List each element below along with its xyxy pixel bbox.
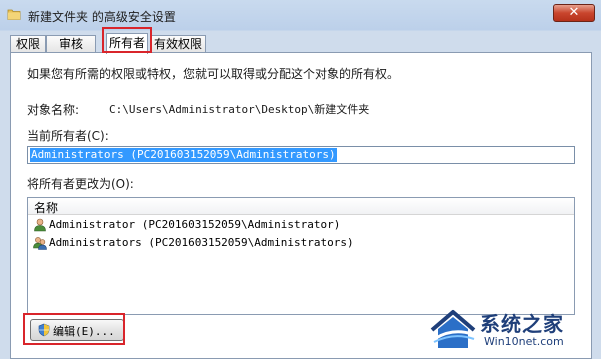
edit-button-highlight xyxy=(23,313,125,345)
watermark-name: 系统之家 xyxy=(480,312,564,336)
list-item[interactable]: Administrator (PC201603152059\Administra… xyxy=(30,217,570,233)
name-column-header: 名称 xyxy=(34,201,59,215)
list-header[interactable]: 名称 xyxy=(28,198,574,215)
tab-effective-permissions[interactable]: 有效权限 xyxy=(150,35,206,53)
folder-icon xyxy=(7,9,21,20)
current-owner-value: Administrators (PC201603152059\Administr… xyxy=(30,148,337,162)
list-item[interactable]: Administrators (PC201603152059\Administr… xyxy=(30,235,570,251)
current-owner-field[interactable]: Administrators (PC201603152059\Administr… xyxy=(27,146,575,164)
intro-text: 如果您有所需的权限或特权，您就可以取得或分配这个对象的所有权。 xyxy=(27,67,400,81)
tab-auditing[interactable]: 审核 xyxy=(46,35,96,53)
tab-bar: 权限 审核 所有者 有效权限 xyxy=(10,33,590,54)
tab-owner[interactable]: 所有者 xyxy=(106,33,148,54)
object-name-label: 对象名称: xyxy=(27,103,80,117)
watermark: 系统之家 Win10net.com xyxy=(428,302,598,356)
users-group-icon xyxy=(33,237,47,250)
title-bar[interactable]: 新建文件夹 的高级安全设置 ✕ xyxy=(0,0,601,30)
house-logo-icon xyxy=(430,310,476,348)
watermark-url: Win10net.com xyxy=(484,335,564,348)
owner-label: Administrators (PC201603152059\Administr… xyxy=(49,236,354,249)
object-name-value: C:\Users\Administrator\Desktop\新建文件夹 xyxy=(109,103,370,116)
current-owner-label: 当前所有者(C): xyxy=(27,129,109,143)
security-settings-window: 新建文件夹 的高级安全设置 ✕ 权限 审核 所有者 有效权限 如果您有所需的权限… xyxy=(0,0,601,359)
owner-label: Administrator (PC201603152059\Administra… xyxy=(49,218,341,231)
owner-candidates-list[interactable]: 名称 Administrator (PC201603152059\Adminis… xyxy=(27,197,575,315)
tab-permissions[interactable]: 权限 xyxy=(10,35,46,53)
change-owner-label: 将所有者更改为(O): xyxy=(27,177,134,191)
window-title: 新建文件夹 的高级安全设置 xyxy=(28,10,176,24)
close-button[interactable]: ✕ xyxy=(553,4,595,22)
user-icon xyxy=(34,218,46,232)
